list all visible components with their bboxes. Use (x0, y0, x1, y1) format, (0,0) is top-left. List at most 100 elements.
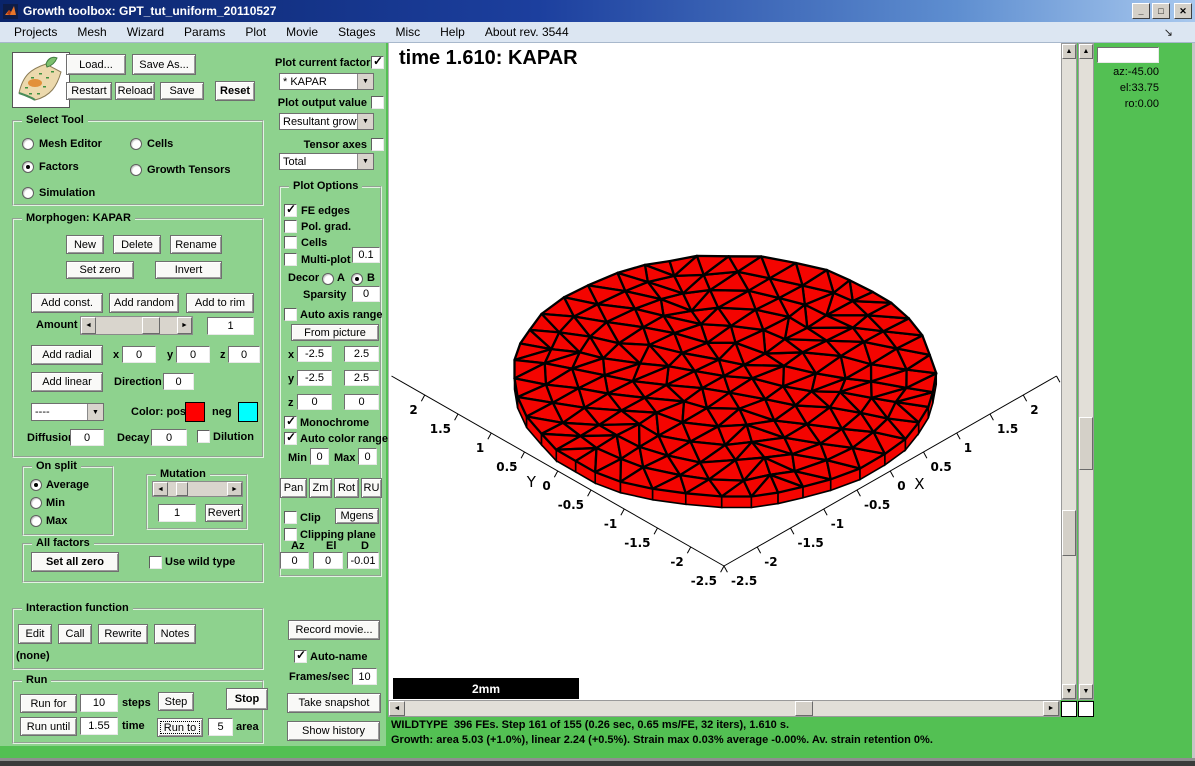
rename-button[interactable]: Rename (170, 235, 222, 254)
new-button[interactable]: New (66, 235, 104, 254)
slider-left-arrow-icon[interactable]: ◄ (153, 482, 168, 496)
slider-left-arrow-icon[interactable]: ◄ (81, 317, 96, 334)
min-color-field[interactable]: 0 (310, 448, 329, 465)
dock-figure-icon[interactable]: ↘ (1164, 26, 1173, 39)
scroll-right-icon[interactable]: ► (1043, 701, 1059, 716)
menu-wizard[interactable]: Wizard (117, 23, 174, 41)
run-for-button[interactable]: Run for (20, 694, 77, 713)
amount-slider-thumb[interactable] (142, 317, 160, 334)
call-button[interactable]: Call (58, 624, 92, 644)
scroll-down-icon[interactable]: ▼ (1079, 684, 1093, 699)
y-field[interactable]: 0 (176, 346, 210, 363)
steps-field[interactable]: 10 (80, 694, 118, 712)
amount-slider[interactable]: ◄ ► (80, 316, 193, 335)
pol-grad-checkbox[interactable] (284, 220, 297, 233)
menu-plot[interactable]: Plot (235, 23, 276, 41)
x-field[interactable]: 0 (122, 346, 156, 363)
chevron-down-icon[interactable]: ▼ (87, 404, 103, 420)
use-wild-type-checkbox[interactable] (149, 556, 162, 569)
z-max-field[interactable]: 0 (344, 394, 379, 410)
set-all-zero-button[interactable]: Set all zero (31, 552, 119, 572)
chevron-down-icon[interactable]: ▼ (357, 74, 373, 89)
min-radio[interactable] (30, 497, 42, 509)
multi-plot-field[interactable]: 0.1 (352, 247, 380, 263)
add-radial-button[interactable]: Add radial (31, 345, 103, 365)
sparsity-field[interactable]: 0 (352, 286, 380, 302)
plot-current-factor-checkbox[interactable] (371, 56, 384, 69)
record-movie-button[interactable]: Record movie... (288, 620, 380, 640)
edit-button[interactable]: Edit (18, 624, 52, 644)
roll-scrollbar[interactable]: ◄ ► (388, 700, 1060, 717)
delete-button[interactable]: Delete (113, 235, 161, 254)
z-field[interactable]: 0 (228, 346, 260, 363)
restart-button[interactable]: Restart (66, 82, 112, 100)
minimize-button[interactable]: _ (1132, 3, 1150, 19)
mesh-3d-view[interactable]: 21.510.50-0.5-1-1.5-2-2.5-2.5-2-1.5-1-0.… (389, 43, 1062, 700)
growth-tensors-radio[interactable] (130, 164, 142, 176)
plot-canvas[interactable]: 21.510.50-0.5-1-1.5-2-2.5-2.5-2-1.5-1-0.… (388, 43, 1061, 700)
rotate-up-button[interactable]: RU (361, 478, 382, 498)
slider-right-arrow-icon[interactable]: ► (227, 482, 242, 496)
save-as-button[interactable]: Save As... (132, 54, 196, 75)
mesh-editor-radio[interactable] (22, 138, 34, 150)
add-random-button[interactable]: Add random (109, 293, 179, 313)
zoom-button[interactable]: Zm (309, 478, 332, 498)
factor-dropdown[interactable]: * KAPAR ▼ (279, 73, 374, 90)
revert-button[interactable]: Revert (205, 504, 243, 522)
close-button[interactable]: ✕ (1174, 3, 1192, 19)
scroll-left-icon[interactable]: ◄ (389, 701, 405, 716)
invert-button[interactable]: Invert (155, 261, 222, 279)
z-min-field[interactable]: 0 (297, 394, 332, 410)
rotate-button[interactable]: Rot (334, 478, 359, 498)
menu-mesh[interactable]: Mesh (67, 23, 116, 41)
chevron-down-icon[interactable]: ▼ (357, 114, 373, 129)
d-field[interactable]: -0.01 (347, 552, 379, 569)
step-button[interactable]: Step (158, 692, 194, 711)
direction-field[interactable]: 0 (163, 373, 194, 390)
menu-movie[interactable]: Movie (276, 23, 328, 41)
morphogen-combo[interactable]: ---- ▼ (31, 403, 104, 421)
readout-input[interactable] (1097, 47, 1159, 63)
decor-b-radio[interactable] (351, 273, 363, 285)
x-min-field[interactable]: -2.5 (297, 346, 332, 362)
elevation-scrollbar-thumb[interactable] (1062, 510, 1076, 556)
factors-radio[interactable] (22, 161, 34, 173)
average-radio[interactable] (30, 479, 42, 491)
slider-right-arrow-icon[interactable]: ► (177, 317, 192, 334)
menu-projects[interactable]: Projects (4, 23, 67, 41)
add-to-rim-button[interactable]: Add to rim (186, 293, 254, 313)
plot-output-value-checkbox[interactable] (371, 96, 384, 109)
auto-name-checkbox[interactable] (294, 650, 307, 663)
scroll-up-icon[interactable]: ▲ (1062, 44, 1076, 59)
area-field[interactable]: 5 (208, 718, 233, 736)
fe-edges-checkbox[interactable] (284, 204, 297, 217)
el-field[interactable]: 0 (313, 552, 343, 569)
roll-scrollbar-thumb[interactable] (795, 701, 813, 716)
menu-help[interactable]: Help (430, 23, 475, 41)
mutation-slider-thumb[interactable] (176, 482, 188, 496)
output-value-dropdown[interactable]: Resultant growth... ▼ (279, 113, 374, 130)
menu-about[interactable]: About rev. 3544 (475, 23, 579, 41)
set-zero-button[interactable]: Set zero (66, 261, 134, 279)
y-max-field[interactable]: 2.5 (344, 370, 379, 386)
mutation-field[interactable]: 1 (158, 504, 196, 522)
notes-button[interactable]: Notes (154, 624, 196, 644)
stop-button[interactable]: Stop (226, 688, 268, 710)
run-until-button[interactable]: Run until (20, 717, 77, 736)
decor-a-radio[interactable] (322, 273, 334, 285)
load-button[interactable]: Load... (66, 54, 126, 75)
reset-button[interactable]: Reset (215, 81, 255, 101)
clip-checkbox[interactable] (284, 511, 297, 524)
take-snapshot-button[interactable]: Take snapshot (287, 693, 381, 713)
mutation-slider[interactable]: ◄ ► (152, 481, 243, 497)
diffusion-field[interactable]: 0 (70, 429, 104, 446)
azimuth-scrollbar-thumb[interactable] (1079, 417, 1093, 470)
add-const-button[interactable]: Add const. (31, 293, 103, 313)
pos-color-swatch[interactable] (185, 402, 205, 422)
azimuth-scrollbar[interactable]: ▲ ▼ (1078, 43, 1094, 700)
cells-radio[interactable] (130, 138, 142, 150)
scroll-up-icon[interactable]: ▲ (1079, 44, 1093, 59)
chevron-down-icon[interactable]: ▼ (357, 154, 373, 169)
az-field[interactable]: 0 (280, 552, 309, 569)
neg-color-swatch[interactable] (238, 402, 258, 422)
